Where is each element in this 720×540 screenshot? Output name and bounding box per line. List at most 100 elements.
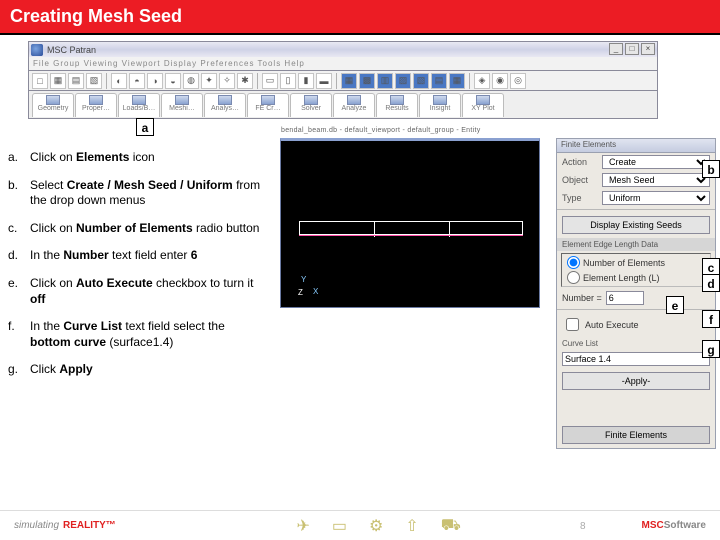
tab-properties[interactable]: Proper… <box>75 93 117 117</box>
footer-icons: ✈ ▭ ⚙ ⇧ ⛟ <box>296 516 460 536</box>
action-select[interactable]: Create <box>602 155 710 169</box>
toolbar-icon[interactable]: ✱ <box>237 73 253 89</box>
toolbar-icon[interactable]: ✦ <box>201 73 217 89</box>
toolbar-icon[interactable]: ✧ <box>219 73 235 89</box>
toolbar-icon[interactable]: ◉ <box>492 73 508 89</box>
toolbar-icon[interactable]: ◈ <box>474 73 490 89</box>
callout-e: e <box>666 296 684 314</box>
finite-elements-panel: Finite Elements Action Create Object Mes… <box>556 138 716 449</box>
toolbar-icon[interactable]: ◒ <box>165 73 181 89</box>
curve-list-field[interactable] <box>562 352 710 366</box>
tab-loadsbc[interactable]: Loads/B… <box>118 93 160 117</box>
panel-title: Finite Elements <box>557 139 715 153</box>
close-button[interactable]: × <box>641 43 655 55</box>
step-c: c. Click on Number of Elements radio but… <box>8 221 268 237</box>
display-existing-seeds-button[interactable]: Display Existing Seeds <box>562 216 710 234</box>
number-field[interactable] <box>606 291 644 305</box>
toolbar-icon[interactable]: ▦ <box>449 73 465 89</box>
tab-fecr[interactable]: FE Cr… <box>247 93 289 117</box>
edge-length-group: Element Edge Length Data <box>557 238 715 251</box>
toolbar-icon[interactable]: ◎ <box>510 73 526 89</box>
tab-analyze[interactable]: Analyze <box>333 93 375 117</box>
auto-execute-row[interactable]: Auto Execute <box>557 312 715 337</box>
tab-geometry[interactable]: Geometry <box>32 93 74 117</box>
type-label: Type <box>562 193 602 203</box>
toolbar-icon[interactable]: ▨ <box>395 73 411 89</box>
toolbar-separator <box>106 73 107 89</box>
window-title: MSC Patran <box>47 45 96 55</box>
action-label: Action <box>562 157 602 167</box>
plane-icon: ✈ <box>296 516 309 536</box>
brand-right: MSCSoftware <box>642 520 706 531</box>
callout-d: d <box>702 274 720 292</box>
patran-app-screenshot: MSC Patran _ □ × File Group Viewing View… <box>28 41 658 119</box>
slide-title: Creating Mesh Seed <box>10 6 182 26</box>
toolbar-icon[interactable]: ▤ <box>68 73 84 89</box>
tab-xyplot[interactable]: XY Plot <box>462 93 504 117</box>
toolbar-separator <box>469 73 470 89</box>
toolbar-icon[interactable]: ▮ <box>298 73 314 89</box>
tab-solver[interactable]: Solver <box>290 93 332 117</box>
radio-number-of-elements[interactable]: Number of Elements <box>562 255 710 270</box>
car-icon: ▭ <box>332 516 347 536</box>
radio-element-length-input[interactable] <box>567 271 580 284</box>
gear-icon: ⚙ <box>369 516 383 536</box>
tab-meshing[interactable]: Meshi… <box>161 93 203 117</box>
toolbar-icon[interactable]: ▧ <box>413 73 429 89</box>
app-icon <box>31 44 43 56</box>
window-buttons: _ □ × <box>609 43 655 55</box>
radio-element-length[interactable]: Element Length (L) <box>562 270 710 285</box>
truck-icon: ⛟ <box>441 516 461 536</box>
callout-b: b <box>702 160 720 178</box>
brand-left: simulating REALITY™ <box>14 520 116 531</box>
toolbar-icon[interactable]: ▩ <box>359 73 375 89</box>
apply-button[interactable]: -Apply- <box>562 372 710 390</box>
tab-analysis[interactable]: Analys… <box>204 93 246 117</box>
toolbar-separator <box>257 73 258 89</box>
toolbar-icon[interactable]: ▦ <box>50 73 66 89</box>
rocket-icon: ⇧ <box>405 516 418 536</box>
instruction-steps: a. Click on Elements icon b. Select Crea… <box>8 150 268 390</box>
tab-insight[interactable]: Insight <box>419 93 461 117</box>
toolbar-icon[interactable]: □ <box>32 73 48 89</box>
object-label: Object <box>562 175 602 185</box>
selected-bottom-curve[interactable] <box>299 235 523 236</box>
minimize-button[interactable]: _ <box>609 43 623 55</box>
slide-footer: simulating REALITY™ ✈ ▭ ⚙ ⇧ ⛟ 8 MSCSoftw… <box>0 510 720 540</box>
toolbar-icon[interactable]: ▭ <box>262 73 278 89</box>
beam-surface <box>299 221 523 235</box>
curve-list-label: Curve List <box>557 337 715 350</box>
step-e: e. Click on Auto Execute checkbox to tur… <box>8 276 268 307</box>
callout-a: a <box>136 118 154 136</box>
step-b: b. Select Create / Mesh Seed / Uniform f… <box>8 178 268 209</box>
toolbar-icon[interactable]: ◐ <box>111 73 127 89</box>
toolbar-icon[interactable]: ▬ <box>316 73 332 89</box>
toolbar-icon[interactable]: ◍ <box>183 73 199 89</box>
toolbar-icon[interactable]: ▥ <box>377 73 393 89</box>
toolbar-icon[interactable]: ▯ <box>280 73 296 89</box>
object-select[interactable]: Mesh Seed <box>602 173 710 187</box>
page-number: 8 <box>580 521 586 532</box>
step-g: g. Click Apply <box>8 362 268 378</box>
viewport-caption: bendal_beam.db - default_viewport - defa… <box>281 127 481 134</box>
type-select[interactable]: Uniform <box>602 191 710 205</box>
auto-execute-checkbox[interactable] <box>566 318 579 331</box>
callout-f: f <box>702 310 720 328</box>
model-viewport[interactable]: bendal_beam.db - default_viewport - defa… <box>280 138 540 308</box>
callout-g: g <box>702 340 720 358</box>
toolbar-icon[interactable]: ▦ <box>341 73 357 89</box>
radio-number-of-elements-input[interactable] <box>567 256 580 269</box>
finite-elements-footer[interactable]: Finite Elements <box>562 426 710 444</box>
toolbar-icon[interactable]: ◑ <box>147 73 163 89</box>
window-titlebar: MSC Patran _ □ × <box>28 41 658 57</box>
toolbar-icon[interactable]: ▤ <box>431 73 447 89</box>
menubar[interactable]: File Group Viewing Viewport Display Pref… <box>28 57 658 71</box>
toolbar-separator <box>336 73 337 89</box>
toolbar-icon[interactable]: ▧ <box>86 73 102 89</box>
tab-results[interactable]: Results <box>376 93 418 117</box>
step-d: d. In the Number text field enter 6 <box>8 248 268 264</box>
toolbar-icon[interactable]: ◓ <box>129 73 145 89</box>
maximize-button[interactable]: □ <box>625 43 639 55</box>
step-a: a. Click on Elements icon <box>8 150 268 166</box>
slide-title-bar: Creating Mesh Seed <box>0 0 720 35</box>
